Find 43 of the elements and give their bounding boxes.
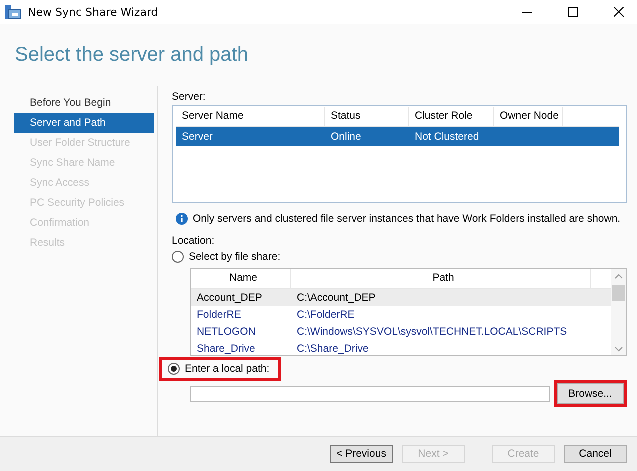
table-cell-text: Account_DEP [196,292,264,304]
table-cell-text: FolderRE [196,308,242,320]
page-heading: Select the server and path [15,44,248,66]
window-title: New Sync Share Wizard [28,6,160,18]
close-icon[interactable] [614,7,624,17]
info-text: Only servers and clustered file server instances that have Work Folders installed are shown. [193,213,621,225]
table-row[interactable]: NETLOGON C:\Windows\SYSVOL\sysvol\TECHNET.LOCAL\SCRIPTS [191,323,611,340]
table-cell-text: C:\Account_DEP [296,292,377,304]
scrollbar[interactable] [611,269,626,355]
table-row[interactable]: Share_Drive C:\Share_Drive [191,340,611,357]
browse-button[interactable]: Browse... [557,383,624,404]
wizard-button[interactable]: Cancel [564,445,627,463]
maximize-icon[interactable] [568,7,578,17]
section-label: Server: [172,90,207,104]
radio-button[interactable]: Select by file share: [168,248,285,266]
table-cell-text: Not Clustered [414,130,480,142]
column-header[interactable]: Server Name [176,107,325,126]
column-header[interactable]: Name [191,269,291,288]
table-cell-text: Share_Drive [196,342,256,354]
table-row[interactable]: FolderRE C:\FolderRE [191,306,611,323]
table-cell-text: NETLOGON [196,326,257,338]
app-icon [5,5,21,19]
sidebar-item[interactable]: Before You Begin [14,93,154,113]
table-cell-text: C:\Windows\SYSVOL\sysvol\TECHNET.LOCAL\SCRIPTS [296,326,568,338]
column-header[interactable]: Cluster Role [409,107,494,126]
column-header[interactable]: Path [291,269,591,288]
info-icon [176,213,188,225]
table-row[interactable]: Account_DEP C:\Account_DEP [191,289,611,306]
column-header[interactable]: Status [325,107,409,126]
wizard-button[interactable]: < Previous [330,445,393,463]
table-cell-text: C:\Share_Drive [296,342,370,354]
sidebar-item[interactable]: Server and Path [14,113,154,133]
path-field[interactable] [190,386,550,402]
table-cell-text: C:\FolderRE [296,308,356,320]
scroll-up-icon[interactable] [614,274,622,279]
table-cell-text: Online [330,130,362,142]
radio-button[interactable]: Enter a local path: [162,360,278,378]
section-label: Location: [172,234,216,248]
scroll-down-icon[interactable] [614,347,622,352]
table-row[interactable]: Server Online Not Clustered [176,127,619,146]
column-header[interactable]: Owner Node [494,107,563,126]
scroll-thumb[interactable] [612,285,625,301]
table-cell-text: Server [181,130,214,142]
